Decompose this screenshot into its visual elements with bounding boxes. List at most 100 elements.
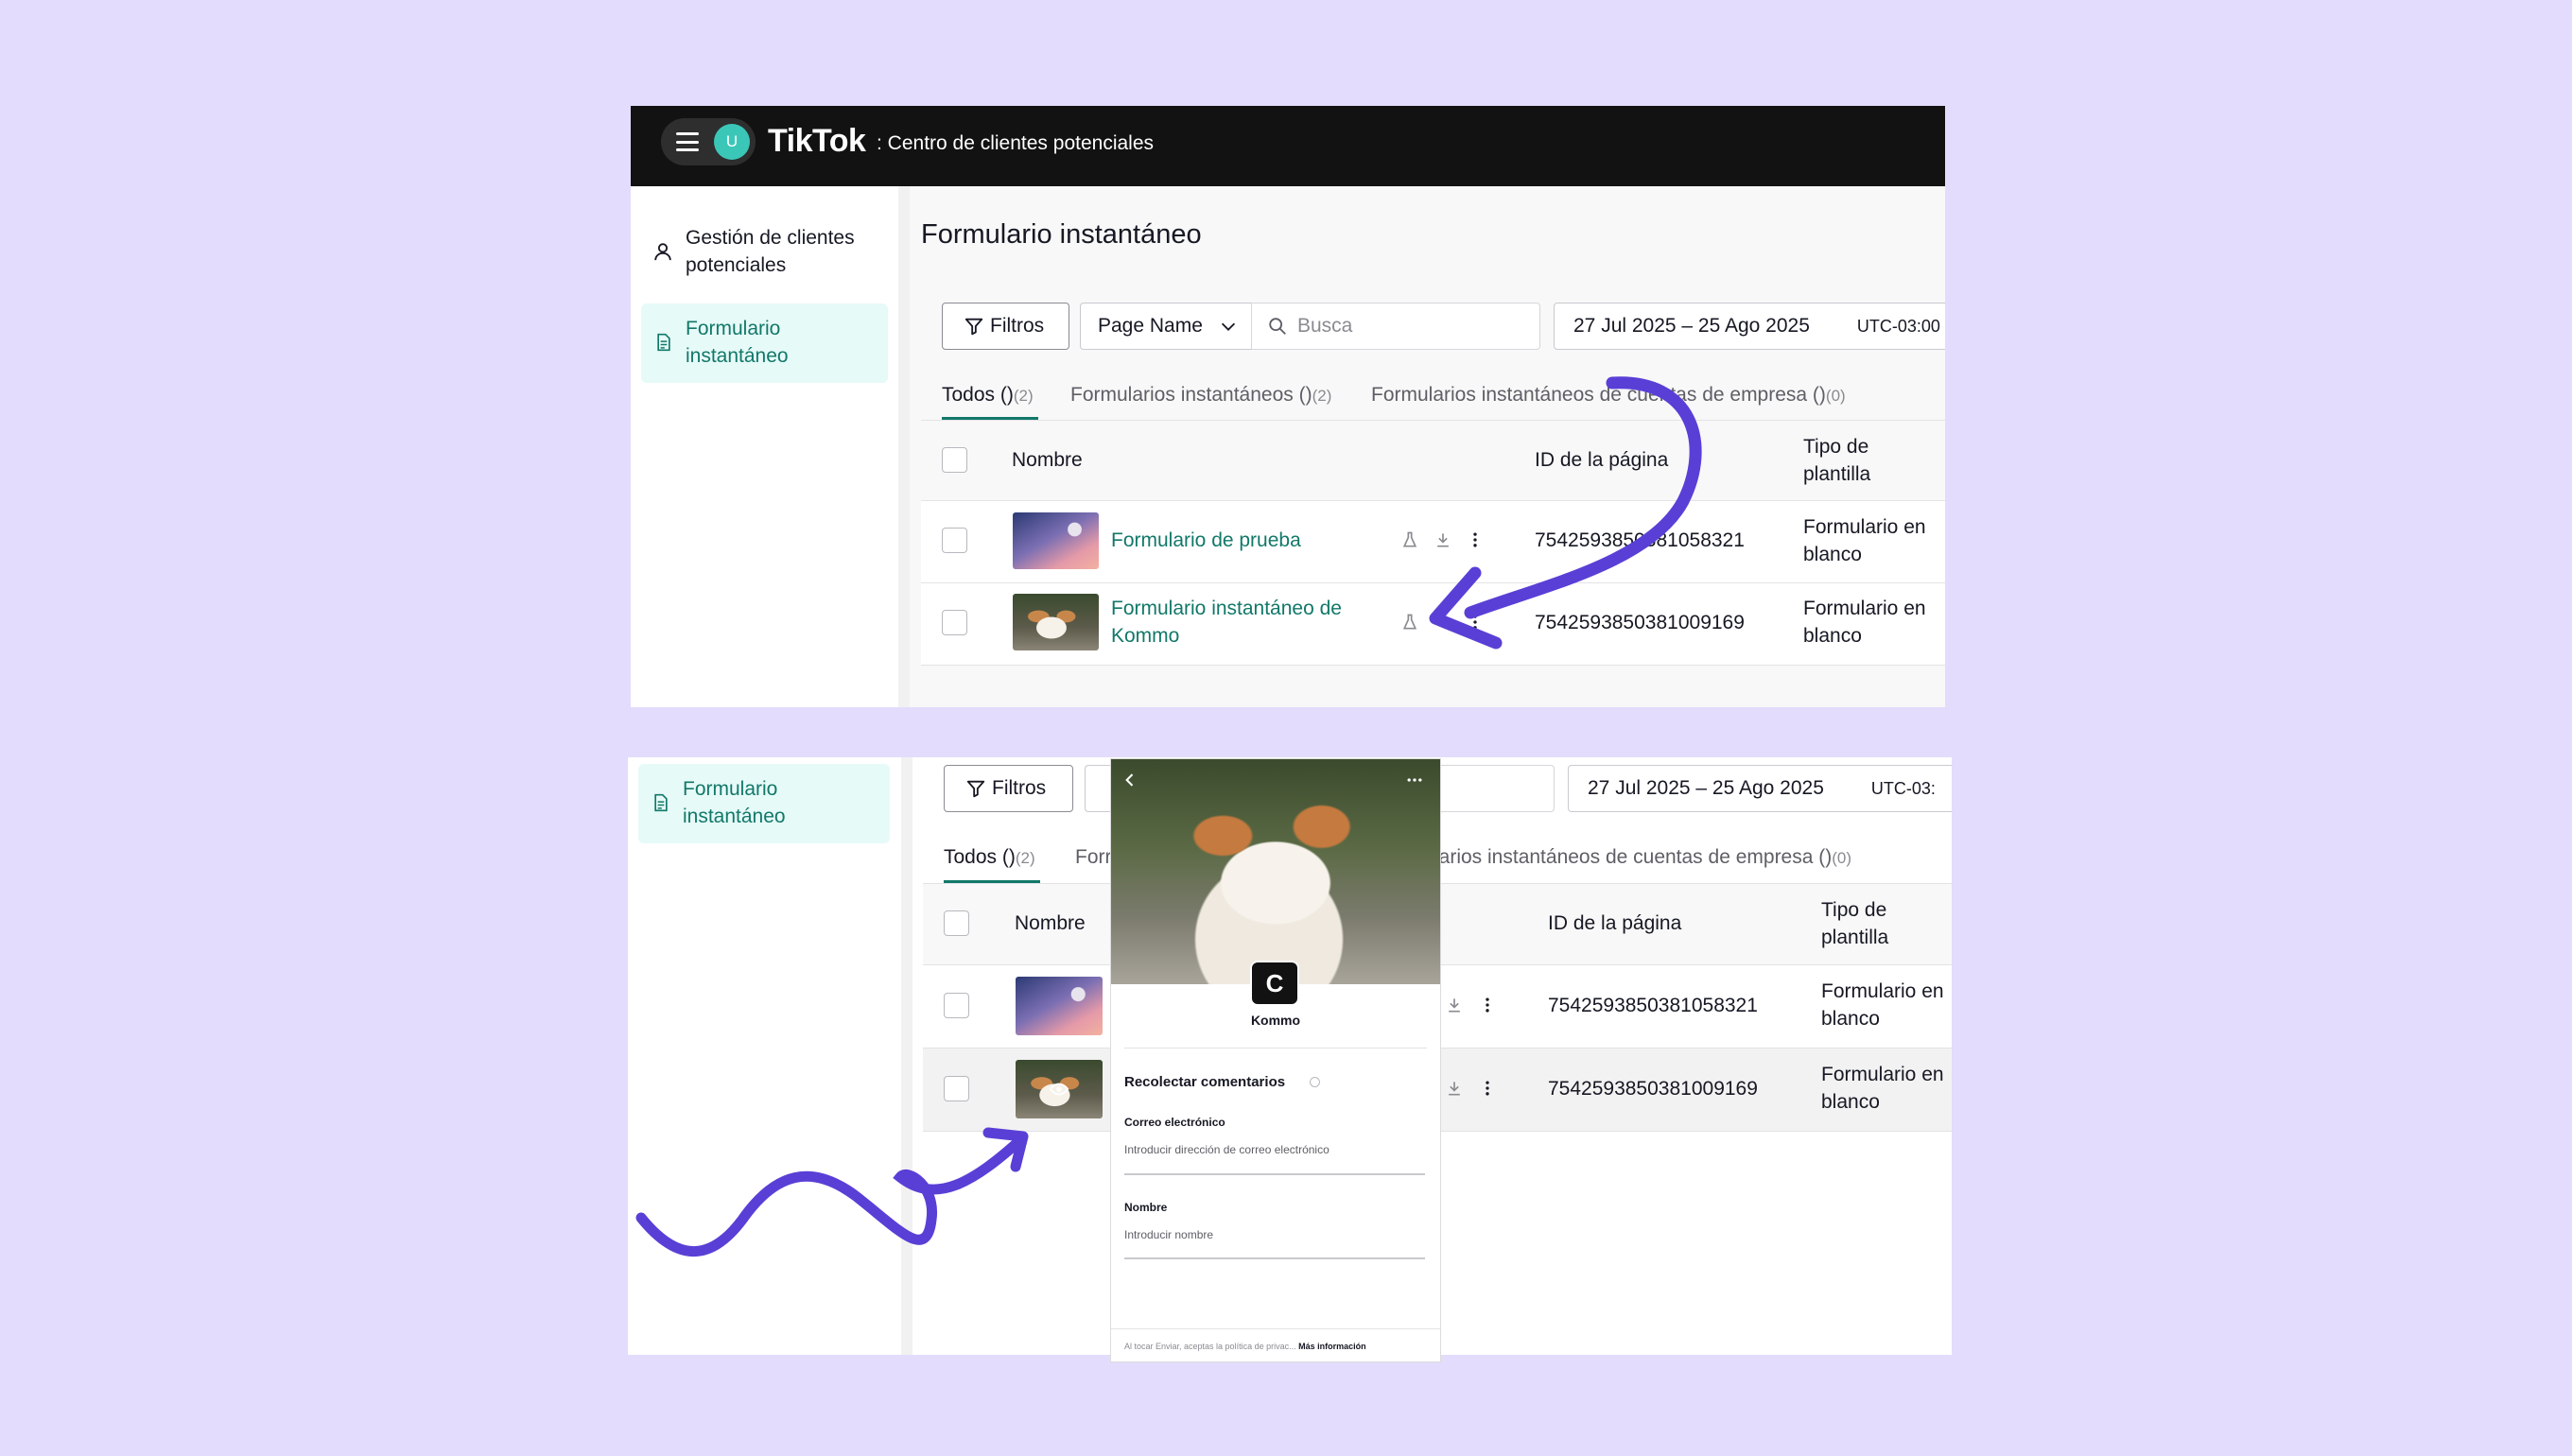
chevron-down-icon: [1221, 322, 1235, 331]
download-icon[interactable]: [1434, 530, 1452, 549]
preview-name-label: Nombre: [1124, 1201, 1168, 1214]
column-name[interactable]: Nombre: [1015, 910, 1086, 937]
tab-count: (2): [1312, 387, 1332, 405]
preview-divider: [1124, 1048, 1427, 1049]
info-icon: [1310, 1077, 1320, 1087]
preview-hero-image: [1111, 759, 1440, 984]
select-all-checkbox[interactable]: [944, 910, 969, 936]
column-template-line: plantilla: [1803, 463, 1871, 485]
field-underline: [1124, 1173, 1425, 1175]
row-template-line: blanco: [1821, 1008, 1880, 1030]
form-thumbnail: [1016, 977, 1103, 1035]
tiktok-logo: TikTok: [768, 123, 866, 159]
column-template-line: Tipo de: [1803, 436, 1869, 458]
preview-footer-link[interactable]: Más información: [1298, 1342, 1366, 1351]
column-name[interactable]: Nombre: [1012, 446, 1083, 474]
row-checkbox[interactable]: [944, 1076, 969, 1101]
row-checkbox[interactable]: [942, 610, 967, 635]
column-template[interactable]: Tipo de plantilla: [1821, 896, 1888, 951]
top-navigation-bar: U TikTok : Centro de clientes potenciale…: [631, 106, 1945, 186]
tab-count: (0): [1832, 849, 1852, 867]
timezone-label: UTC-03:: [1870, 778, 1936, 798]
tab-instant-forms[interactable]: Formularios instantáneos ()(2): [1070, 384, 1331, 407]
row-page-id: 7542593850381009169: [1548, 1078, 1758, 1100]
eye-icon[interactable]: [1049, 1079, 1069, 1100]
filters-label: Filtros: [990, 315, 1045, 337]
row-page-id: 7542593850381058321: [1548, 995, 1758, 1016]
date-range-picker[interactable]: 27 Jul 2025 – 25 Ago 2025 UTC-03:: [1568, 765, 1952, 812]
sidebar-divider: [898, 186, 910, 707]
filters-button[interactable]: Filtros: [942, 303, 1069, 350]
filters-button[interactable]: Filtros: [944, 765, 1073, 812]
preview-section-title: Recolectar comentarios: [1124, 1074, 1286, 1090]
tab-label: Forr: [1075, 846, 1112, 868]
row-template-line: Formulario en: [1803, 598, 1926, 619]
row-template: Formulario en blanco: [1821, 1061, 1944, 1116]
app-subtitle: : Centro de clientes potenciales: [877, 132, 1155, 154]
flask-icon[interactable]: [1400, 530, 1419, 549]
preview-name-field[interactable]: Introducir nombre: [1124, 1228, 1213, 1241]
tab-label: Formularios instantáneos (): [1070, 384, 1312, 406]
preview-footer-divider: [1111, 1328, 1440, 1329]
user-icon: [654, 243, 671, 261]
kommo-logo: C: [1250, 961, 1299, 1006]
hamburger-icon[interactable]: [676, 132, 699, 151]
row-checkbox[interactable]: [942, 528, 967, 553]
sidebar-item-forms[interactable]: Formulario instantáneo: [638, 764, 890, 843]
more-vertical-icon[interactable]: [1478, 1079, 1497, 1098]
more-vertical-icon[interactable]: [1466, 530, 1485, 549]
date-range-label: 27 Jul 2025 – 25 Ago 2025: [1588, 777, 1824, 799]
sidebar-item-leads[interactable]: Gestión de clientes potenciales: [650, 224, 886, 281]
document-icon: [657, 333, 670, 352]
date-range-label: 27 Jul 2025 – 25 Ago 2025: [1573, 315, 1810, 337]
filter-icon: [964, 318, 983, 336]
document-icon: [654, 793, 668, 812]
row-template-line: blanco: [1803, 544, 1862, 565]
flask-icon[interactable]: [1400, 613, 1419, 632]
column-page-id[interactable]: ID de la página: [1548, 910, 1681, 937]
row-template-line: Formulario en: [1821, 1064, 1944, 1085]
column-template[interactable]: Tipo de plantilla: [1803, 433, 1870, 488]
sidebar-item-label: Gestión de clientes potenciales: [686, 227, 855, 276]
chevron-left-icon[interactable]: [1121, 771, 1139, 789]
sidebar-item-forms[interactable]: Formulario instantáneo: [641, 303, 888, 383]
date-range-picker[interactable]: 27 Jul 2025 – 25 Ago 2025 UTC-03:00: [1554, 303, 1945, 350]
download-icon[interactable]: [1445, 1079, 1464, 1098]
account-menu-pill[interactable]: U: [661, 118, 756, 165]
form-link-line: Formulario instantáneo de: [1111, 598, 1342, 619]
tab-label: Todos (): [944, 846, 1016, 868]
sidebar: Gestión de clientes potenciales Formular…: [631, 186, 898, 707]
tab-count: (2): [1013, 387, 1034, 405]
avatar[interactable]: U: [714, 124, 750, 160]
more-vertical-icon[interactable]: [1466, 613, 1485, 632]
select-all-checkbox[interactable]: [942, 447, 967, 473]
form-thumbnail: [1013, 594, 1099, 650]
row-page-id: 7542593850381058321: [1535, 529, 1745, 551]
search-placeholder: Busca: [1297, 315, 1353, 337]
more-horizontal-icon[interactable]: [1404, 771, 1425, 789]
tab-instant-forms[interactable]: Forr: [1075, 846, 1112, 869]
row-checkbox[interactable]: [944, 993, 969, 1018]
tab-all[interactable]: Todos ()(2): [944, 846, 1035, 869]
tab-count: (2): [1015, 849, 1035, 867]
more-vertical-icon[interactable]: [1478, 996, 1497, 1014]
column-template-line: plantilla: [1821, 927, 1889, 948]
page-name-label: Page Name: [1098, 315, 1203, 337]
form-link[interactable]: Formulario instantáneo de Kommo: [1111, 595, 1342, 650]
preview-email-field[interactable]: Introducir dirección de correo electróni…: [1124, 1143, 1329, 1156]
tab-business-forms[interactable]: larios instantáneos de cuentas de empres…: [1434, 846, 1851, 869]
search-input[interactable]: Busca: [1251, 303, 1540, 350]
tab-business-forms[interactable]: Formularios instantáneos de cuentas de e…: [1371, 384, 1846, 407]
tab-label: Formularios instantáneos de cuentas de e…: [1371, 384, 1826, 406]
form-link-line: Kommo: [1111, 625, 1180, 647]
sidebar: Formulario instantáneo: [628, 757, 901, 1355]
row-page-id: 7542593850381009169: [1535, 612, 1745, 633]
row-template-line: blanco: [1803, 625, 1862, 647]
download-icon[interactable]: [1445, 996, 1464, 1014]
filters-label: Filtros: [992, 777, 1047, 799]
tab-all[interactable]: Todos ()(2): [942, 384, 1034, 407]
page-name-select[interactable]: Page Name: [1080, 303, 1252, 350]
search-input[interactable]: [1422, 765, 1555, 812]
form-link[interactable]: Formulario de prueba: [1111, 527, 1301, 554]
column-page-id[interactable]: ID de la página: [1535, 446, 1668, 474]
